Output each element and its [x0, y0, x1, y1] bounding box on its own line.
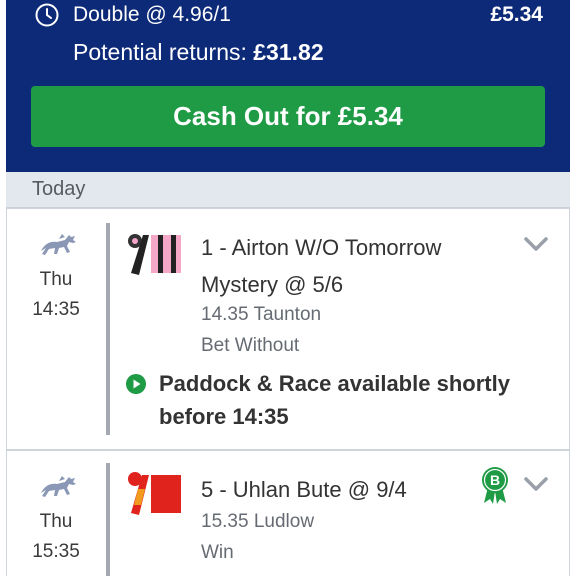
cash-out-button[interactable]: Cash Out for £5.34 — [31, 86, 545, 147]
race-venue: 15.35 Ludlow — [201, 511, 315, 532]
paddock-line1: Paddock & Race available shortly — [159, 371, 510, 396]
horse-racing-icon — [41, 234, 76, 255]
race-time: 15:35 — [32, 541, 80, 562]
badge-letter: B — [490, 472, 500, 488]
selection-name: 1 - Airton W/O Tomorrow Mystery @ 5/6 — [201, 229, 511, 303]
section-header-today: Today — [6, 172, 570, 208]
market-type: Bet Without — [201, 335, 300, 356]
returns-label: Potential returns: — [73, 39, 247, 65]
best-odds-badge-icon: B — [482, 467, 508, 504]
clock-icon — [35, 3, 59, 27]
race-day: Thu — [39, 269, 73, 290]
race-day: Thu — [39, 511, 73, 532]
jockey-silks-icon — [128, 234, 181, 275]
selection-name-line2: Mystery @ 5/6 — [201, 272, 344, 297]
paddock-race-notice[interactable]: Paddock & Race available shortly before … — [159, 367, 519, 433]
stake-amount: £5.34 — [490, 3, 543, 26]
jockey-silks-icon — [128, 472, 181, 515]
returns-value: £31.82 — [253, 39, 324, 65]
paddock-line2: before 14:35 — [159, 404, 289, 429]
chevron-down-icon[interactable] — [523, 475, 549, 493]
horse-racing-icon — [41, 476, 76, 497]
selection-card[interactable]: Thu 14:35 1 - Airton W/O Tomorrow Myster… — [6, 208, 570, 450]
section-label: Today — [32, 178, 86, 200]
potential-returns: Potential returns: £31.82 — [73, 39, 324, 66]
timeline-divider — [106, 223, 110, 435]
selection-name: 5 - Uhlan Bute @ 9/4 — [201, 477, 407, 502]
bet-summary-header: Double @ 4.96/1 £5.34 Potential returns:… — [6, 0, 570, 172]
selection-name-line1: 1 - Airton W/O Tomorrow — [201, 235, 442, 260]
bet-type-label: Double @ 4.96/1 — [73, 3, 231, 26]
chevron-down-icon[interactable] — [523, 235, 549, 253]
timeline-divider — [106, 463, 110, 576]
selection-card[interactable]: Thu 15:35 5 - Uhlan Bute @ 9/4 15.35 Lud… — [6, 450, 570, 576]
market-type: Win — [201, 542, 234, 563]
race-time: 14:35 — [32, 299, 80, 320]
race-venue: 14.35 Taunton — [201, 304, 322, 325]
play-icon[interactable] — [125, 373, 147, 395]
